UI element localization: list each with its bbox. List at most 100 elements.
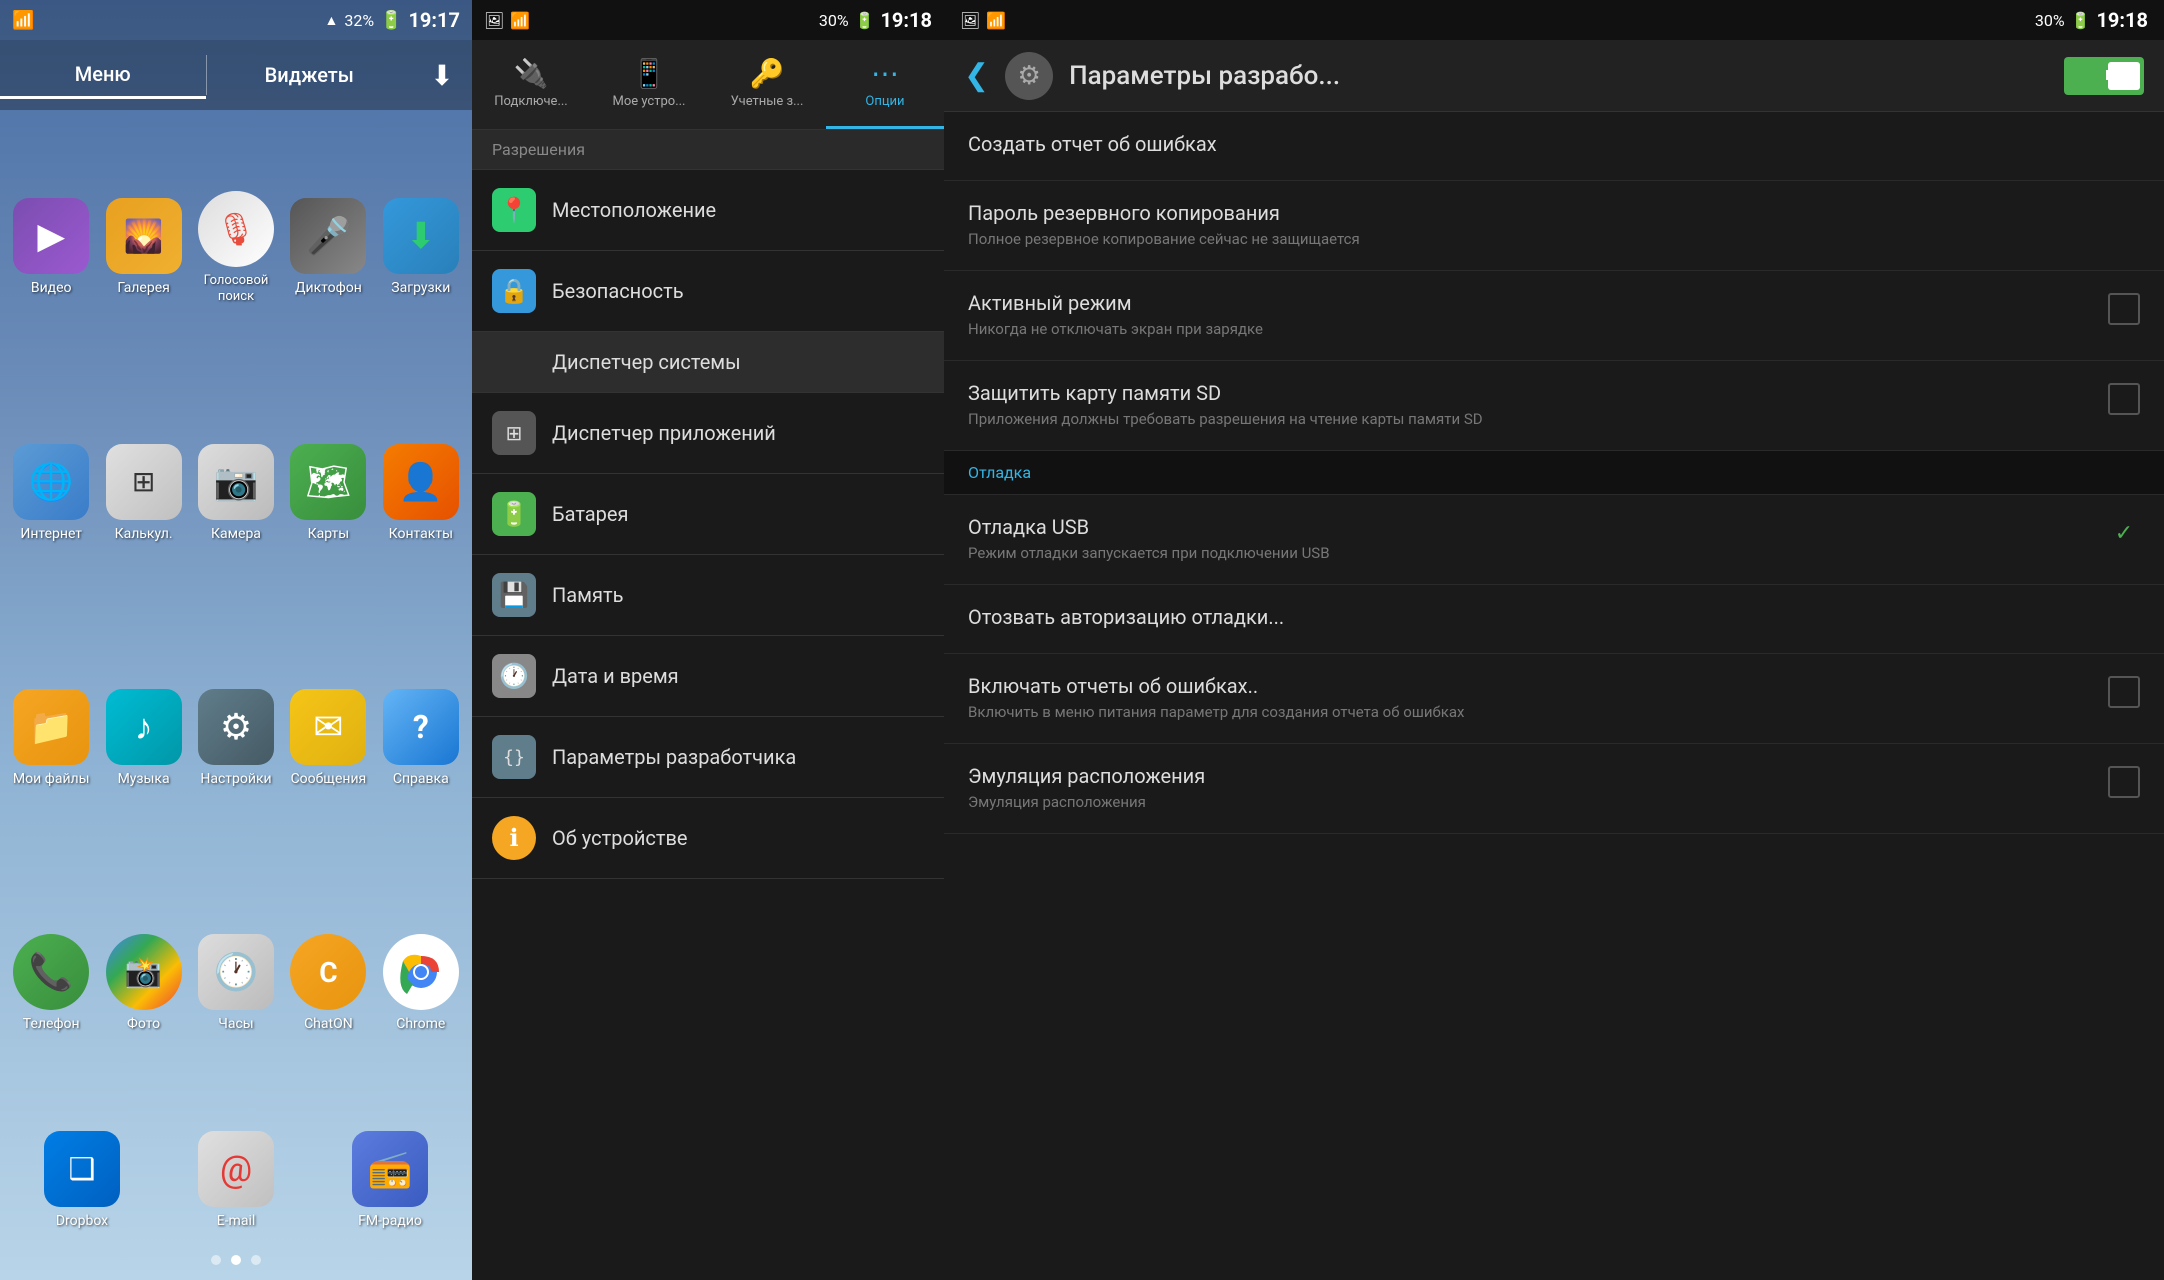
settings-battery-pct: 30% — [819, 11, 849, 30]
location-icon: 📍 — [492, 188, 536, 232]
mydevice-tab-icon: 📱 — [632, 57, 667, 90]
download-tab[interactable]: ⬇ — [412, 49, 472, 102]
app-fmradio[interactable]: 📻 FM-радио — [318, 1131, 462, 1230]
camera-label: Камера — [211, 526, 261, 543]
app-downloads[interactable]: ⬇ Загрузки — [380, 130, 462, 365]
settings-item-battery[interactable]: 🔋 Батарея — [472, 474, 944, 555]
settings-tab-mydevice[interactable]: 📱 Мое устро... — [590, 40, 708, 129]
settings-label: Настройки — [200, 771, 271, 788]
tab-widgets[interactable]: Виджеты — [207, 53, 413, 97]
app-voice[interactable]: 🎙 Голосовойпоиск — [195, 130, 277, 365]
settings-item-devtools[interactable]: {} Параметры разработчика — [472, 717, 944, 798]
tab-menu[interactable]: Меню — [0, 52, 206, 99]
apps-grid: ▶ Видео 🌄 Галерея 🎙 Голосовойпоиск 🎤 Дик… — [0, 110, 472, 1121]
system-manager-label: Диспетчер системы — [552, 350, 741, 374]
status-right-info: ▲ 32% 🔋 19:17 — [324, 8, 460, 32]
fmradio-label: FM-радио — [358, 1213, 422, 1230]
settings-tab-accounts[interactable]: 🔑 Учетные з... — [708, 40, 826, 129]
dev-item-bug-report[interactable]: Создать отчет об ошибках — [944, 112, 2164, 181]
dictaphone-label: Диктофон — [295, 280, 362, 297]
app-settings[interactable]: ⚙ Настройки — [195, 621, 277, 856]
dev-item-bug-report-title: Создать отчет об ошибках — [968, 132, 2140, 156]
usb-debug-checkmark: ✓ — [2115, 521, 2133, 546]
chrome-icon — [383, 934, 459, 1010]
dev-item-active-mode[interactable]: Активный режим Никогда не отключать экра… — [944, 271, 2164, 361]
app-calc[interactable]: ⊞ Калькул. — [102, 375, 184, 610]
app-help[interactable]: ? Справка — [380, 621, 462, 856]
dev-item-sd-subtitle: Приложения должны требовать разрешения н… — [968, 409, 2092, 430]
app-internet[interactable]: 🌐 Интернет — [10, 375, 92, 610]
dev-options-toggle[interactable]: I — [2064, 57, 2144, 95]
email-icon: @ — [198, 1131, 274, 1207]
camera-icon: 📷 — [198, 444, 274, 520]
app-video[interactable]: ▶ Видео — [10, 130, 92, 365]
about-label: Об устройстве — [552, 826, 688, 850]
dev-item-backup-title: Пароль резервного копирования — [968, 201, 2140, 225]
dev-options-list: Создать отчет об ошибках Пароль резервно… — [944, 112, 2164, 1280]
app-messages[interactable]: ✉ Сообщения — [287, 621, 369, 856]
myfiles-icon: 📁 — [13, 689, 89, 765]
screenshot-icon: 🖼 — [484, 11, 504, 30]
dev-item-error-reports[interactable]: Включать отчеты об ошибках.. Включить в … — [944, 654, 2164, 744]
app-photos[interactable]: 📸 Фото — [102, 866, 184, 1101]
protect-sd-checkbox[interactable] — [2108, 383, 2140, 415]
memory-icon: 💾 — [492, 573, 536, 617]
settings-tab-options[interactable]: ⋯ Опции — [826, 40, 944, 129]
wifi-icon: 📶 — [12, 10, 34, 31]
app-camera[interactable]: 📷 Камера — [195, 375, 277, 610]
dev-options-title: Параметры разрабо... — [1069, 61, 2048, 91]
download-icon: ⬇ — [430, 59, 453, 92]
settings-item-memory[interactable]: 💾 Память — [472, 555, 944, 636]
music-icon: ♪ — [106, 689, 182, 765]
app-myfiles[interactable]: 📁 Мои файлы — [10, 621, 92, 856]
app-chrome[interactable]: Chrome — [380, 866, 462, 1101]
app-phone[interactable]: 📞 Телефон — [10, 866, 92, 1101]
dev-item-revoke-debug[interactable]: Отозвать авторизацию отладки... — [944, 585, 2164, 654]
chaton-label: ChatON — [304, 1016, 353, 1033]
back-button[interactable]: ❮ — [964, 58, 989, 93]
dev-item-backup-pass[interactable]: Пароль резервного копирования Полное рез… — [944, 181, 2164, 271]
mock-location-checkbox[interactable] — [2108, 766, 2140, 798]
settings-item-location[interactable]: 📍 Местоположение — [472, 170, 944, 251]
active-mode-checkbox[interactable] — [2108, 293, 2140, 325]
phone-label: Телефон — [23, 1016, 80, 1033]
dot-1[interactable] — [211, 1255, 221, 1265]
settings-item-app-manager[interactable]: ⊞ Диспетчер приложений — [472, 393, 944, 474]
app-clock[interactable]: 🕐 Часы — [195, 866, 277, 1101]
dev-item-mock-subtitle: Эмуляция расположения — [968, 792, 2092, 813]
connections-tab-label: Подключе... — [494, 94, 567, 110]
app-email[interactable]: @ E-mail — [164, 1131, 308, 1230]
settings-item-security[interactable]: 🔒 Безопасность — [472, 251, 944, 332]
app-chaton[interactable]: C ChatON — [287, 866, 369, 1101]
about-icon: ℹ — [492, 816, 536, 860]
status-left-icons: 📶 — [12, 10, 34, 31]
app-dictaphone[interactable]: 🎤 Диктофон — [287, 130, 369, 365]
app-music[interactable]: ♪ Музыка — [102, 621, 184, 856]
app-gallery[interactable]: 🌄 Галерея — [102, 130, 184, 365]
error-reports-checkbox[interactable] — [2108, 676, 2140, 708]
settings-item-system-manager[interactable]: Диспетчер системы — [472, 332, 944, 393]
dev-item-active-subtitle: Никогда не отключать экран при зарядке — [968, 319, 2092, 340]
dev-item-protect-sd[interactable]: Защитить карту памяти SD Приложения долж… — [944, 361, 2164, 451]
dev-item-mock-location[interactable]: Эмуляция расположения Эмуляция расположе… — [944, 744, 2164, 834]
settings-tab-connections[interactable]: 🔌 Подключе... — [472, 40, 590, 129]
app-dropbox[interactable]: ❑ Dropbox — [10, 1131, 154, 1230]
dev-options-header: ❮ ⚙ Параметры разрабо... I — [944, 40, 2164, 112]
chaton-icon: C — [290, 934, 366, 1010]
dot-3[interactable] — [251, 1255, 261, 1265]
myfiles-label: Мои файлы — [13, 771, 90, 788]
video-icon: ▶ — [13, 198, 89, 274]
dev-item-usb-title: Отладка USB — [968, 515, 2092, 539]
calc-icon: ⊞ — [106, 444, 182, 520]
usb-debug-checkbox[interactable]: ✓ — [2108, 517, 2140, 549]
phone-icon: 📞 — [13, 934, 89, 1010]
settings-item-datetime[interactable]: 🕐 Дата и время — [472, 636, 944, 717]
dropbox-label: Dropbox — [56, 1213, 108, 1230]
dev-item-usb-debug[interactable]: Отладка USB Режим отладки запускается пр… — [944, 495, 2164, 585]
calc-label: Калькул. — [115, 526, 173, 543]
app-contacts[interactable]: 👤 Контакты — [380, 375, 462, 610]
app-maps[interactable]: 🗺 Карты — [287, 375, 369, 610]
dev-item-revoke-content: Отозвать авторизацию отладки... — [968, 605, 2140, 633]
settings-item-about[interactable]: ℹ Об устройстве — [472, 798, 944, 879]
dot-2[interactable] — [231, 1255, 241, 1265]
